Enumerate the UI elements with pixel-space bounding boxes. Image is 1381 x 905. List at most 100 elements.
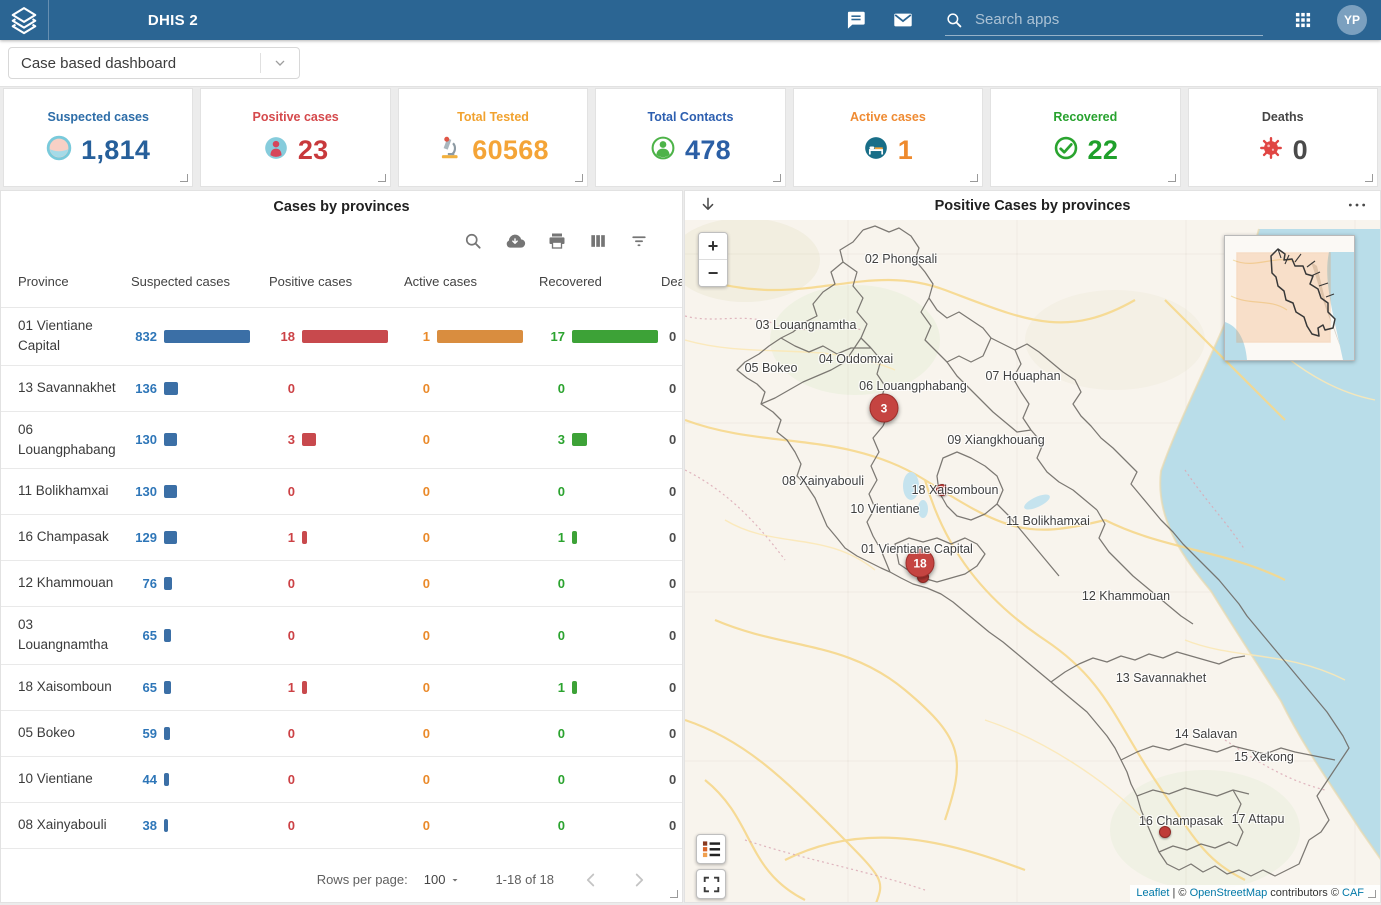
cell-value: 0 <box>269 726 295 741</box>
cell-value: 0 <box>269 381 295 396</box>
kpi-card-deaths[interactable]: Deaths0 <box>1188 88 1378 187</box>
suspected-cases-cell: 44 <box>131 772 269 787</box>
column-header-recovered[interactable]: Recovered <box>539 274 661 289</box>
kpi-card-active[interactable]: Active cases1 <box>793 88 983 187</box>
province-cell: 18 Xaisomboun <box>18 669 131 705</box>
column-header-suspected-cases[interactable]: Suspected cases <box>131 274 269 289</box>
search-apps-field[interactable] <box>945 5 1263 36</box>
resize-handle[interactable] <box>970 174 978 182</box>
download-arrow-icon[interactable] <box>698 195 718 215</box>
resize-handle[interactable] <box>773 174 781 182</box>
cards-row: Suspected cases1,814Positive cases23Tota… <box>0 88 1381 187</box>
attribution-link-openstreetmap[interactable]: OpenStreetMap <box>1190 887 1268 899</box>
map-canvas[interactable]: 02 Phongsali03 Louangnamtha04 Oudomxai05… <box>685 220 1380 902</box>
case-cluster-marker[interactable]: 3 <box>870 394 899 423</box>
map-label-09-xiangkhouang: 09 Xiangkhouang <box>947 433 1044 447</box>
kpi-card-positive[interactable]: Positive cases23 <box>200 88 390 187</box>
resize-handle[interactable] <box>1168 174 1176 182</box>
zoom-in-button[interactable]: + <box>699 233 727 259</box>
suspected-cases-cell: 59 <box>131 726 269 741</box>
province-cell: 10 Vientiane <box>18 761 131 797</box>
columns-icon[interactable] <box>588 231 608 251</box>
positive-cases-cell: 0 <box>269 628 404 643</box>
positive-cases-cell: 1 <box>269 530 404 545</box>
search-apps-input[interactable] <box>973 10 1263 29</box>
overview-inset-map[interactable] <box>1224 235 1355 361</box>
suspected-cases-cell: 65 <box>131 628 269 643</box>
column-header-province[interactable]: Province <box>18 274 131 289</box>
kpi-card-tested[interactable]: Total Tested60568 <box>398 88 588 187</box>
column-header-positive-cases[interactable]: Positive cases <box>269 274 404 289</box>
map-attribution: Leaflet | © OpenStreetMap contributors ©… <box>1130 885 1380 902</box>
kpi-card-contacts[interactable]: Total Contacts478 <box>595 88 785 187</box>
suspected-cases-cell: 38 <box>131 818 269 833</box>
cell-value: 76 <box>131 576 157 591</box>
column-header-active-cases[interactable]: Active cases <box>404 274 539 289</box>
deaths-cell: 0 <box>661 726 682 741</box>
next-page-button[interactable] <box>628 869 650 891</box>
positive-cases-cell: 0 <box>269 381 404 396</box>
cell-value: 38 <box>131 818 157 833</box>
resize-handle[interactable] <box>670 890 678 898</box>
table-row-16-champasak: 16 Champasak1291010 <box>1 515 682 561</box>
deaths-cell: 0 <box>661 772 682 787</box>
resize-handle[interactable] <box>575 174 583 182</box>
cell-bar <box>164 629 171 642</box>
kpi-card-title: Total Contacts <box>648 110 734 124</box>
avatar[interactable]: YP <box>1337 5 1367 35</box>
dhis2-logo[interactable] <box>0 0 49 40</box>
contacts-icon <box>650 135 676 166</box>
attribution-link-leaflet[interactable]: Leaflet <box>1136 887 1169 899</box>
zoom-control: + − <box>698 232 728 287</box>
positive-cases-cell: 0 <box>269 726 404 741</box>
mail-icon[interactable] <box>891 9 915 31</box>
dashboard-bar: Case based dashboard <box>0 40 1381 87</box>
cell-bar <box>164 433 177 446</box>
search-icon[interactable] <box>463 231 483 251</box>
cell-value: 0 <box>539 818 565 833</box>
map-label-02-phongsali: 02 Phongsali <box>865 252 937 266</box>
dashboard-select[interactable]: Case based dashboard <box>8 47 300 79</box>
apps-grid-icon[interactable] <box>1293 10 1313 30</box>
active-cases-cell: 0 <box>404 381 539 396</box>
column-header-deaths[interactable]: Deaths <box>661 274 682 289</box>
deaths-cell: 0 <box>661 576 682 591</box>
positive-cases-cell: 0 <box>269 818 404 833</box>
previous-page-button[interactable] <box>580 869 602 891</box>
rows-per-page-select[interactable]: 100 <box>424 872 462 887</box>
microscope-icon <box>437 135 463 166</box>
zoom-out-button[interactable]: − <box>699 259 727 286</box>
legend-button[interactable] <box>696 834 726 864</box>
fullscreen-button[interactable] <box>696 869 726 899</box>
cell-bar <box>572 433 587 446</box>
province-cell: 08 Xainyabouli <box>18 807 131 843</box>
suspected-cases-cell: 129 <box>131 530 269 545</box>
cell-value: 0 <box>404 432 430 447</box>
print-icon[interactable] <box>547 231 567 251</box>
province-cell: 03 Louangnamtha <box>18 607 131 664</box>
cell-value: 0 <box>404 628 430 643</box>
resize-handle[interactable] <box>180 174 188 182</box>
resize-handle[interactable] <box>1365 174 1373 182</box>
messages-icon[interactable] <box>845 9 867 31</box>
cell-bar <box>164 727 170 740</box>
kpi-card-recovered[interactable]: Recovered22 <box>990 88 1180 187</box>
attribution-link-caf[interactable]: CAF <box>1342 887 1364 899</box>
kpi-card-title: Suspected cases <box>47 110 148 124</box>
deaths-cell: 0 <box>661 381 682 396</box>
cell-value: 0 <box>539 726 565 741</box>
cell-value: 0 <box>404 576 430 591</box>
filter-icon[interactable] <box>629 231 649 251</box>
active-cases-cell: 0 <box>404 432 539 447</box>
kpi-card-suspected[interactable]: Suspected cases1,814 <box>3 88 193 187</box>
more-options-icon[interactable] <box>1347 200 1367 210</box>
dhis2-dashboard-screen: DHIS 2 YP Case based dashboard <box>0 0 1381 905</box>
map-label-03-louangnamtha: 03 Louangnamtha <box>756 318 857 332</box>
virus-icon <box>1258 135 1284 166</box>
download-icon[interactable] <box>504 231 526 251</box>
cell-value: 17 <box>539 329 565 344</box>
resize-handle[interactable] <box>1368 890 1376 898</box>
resize-handle[interactable] <box>378 174 386 182</box>
cell-bar <box>164 531 177 544</box>
active-cases-cell: 0 <box>404 530 539 545</box>
